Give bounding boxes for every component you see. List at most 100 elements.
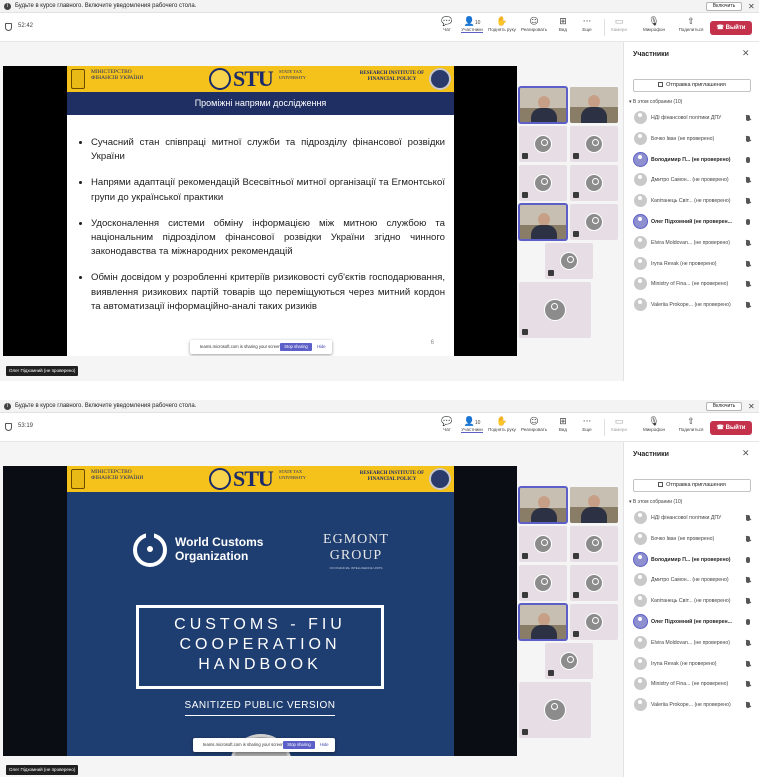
participants-count: 10: [474, 20, 481, 26]
participant-tile[interactable]: [570, 526, 618, 562]
participant-tile[interactable]: [570, 604, 618, 640]
close-icon[interactable]: ✕: [748, 400, 755, 413]
participant-row[interactable]: Ministry of Fina... (не проверено): [632, 277, 757, 298]
participants-button[interactable]: 👤10 Участники: [458, 417, 486, 433]
mic-button[interactable]: 🎙 Микрофон: [640, 17, 668, 32]
participant-tile[interactable]: [570, 126, 618, 162]
participant-tile[interactable]: [570, 165, 618, 201]
participant-video-tile[interactable]: [519, 487, 567, 523]
egmont-subtitle: OF FINANCIAL INTELLIGENCE UNITS: [329, 566, 383, 570]
mic-muted-icon: [573, 231, 579, 237]
participant-row[interactable]: Valeriia Prokope... (не проверено): [632, 698, 757, 719]
send-invite-button[interactable]: Отправка приглашения: [633, 79, 751, 92]
more-icon: ···: [582, 417, 592, 427]
in-meeting-section[interactable]: ▾ В этом собрании (10): [629, 499, 682, 505]
raise-hand-label: Поднять руку: [488, 427, 516, 432]
participant-video-tile[interactable]: [519, 204, 567, 240]
participant-row[interactable]: Elvira Moldovan... (не проверено): [632, 235, 757, 257]
react-button[interactable]: ☺ Реагировать: [520, 417, 548, 432]
participant-tile[interactable]: [519, 126, 567, 162]
notification-message: Будьте в курсе главного. Включите уведом…: [15, 403, 197, 409]
chat-button[interactable]: 💬 Чат: [433, 17, 461, 32]
raise-hand-label: Поднять руку: [488, 27, 516, 32]
hand-icon: ✋: [496, 417, 508, 427]
screen-share-toast: teams.microsoft.com is sharing your scre…: [193, 738, 335, 752]
leave-button[interactable]: ☎ Выйти: [710, 421, 752, 435]
participant-row[interactable]: Капітанець Світ... (не проверено): [632, 594, 757, 615]
participant-tile[interactable]: [545, 243, 593, 279]
participant-row[interactable]: Iryna Revak (не проверено): [632, 656, 757, 678]
send-invite-button[interactable]: Отправка приглашения: [633, 479, 751, 492]
participant-row[interactable]: Володимир П... (не проверено): [632, 152, 757, 174]
avatar-icon: [634, 552, 647, 566]
participant-row[interactable]: Бочко Іван (не проверено): [632, 531, 757, 553]
participant-name: Elvira Moldovan... (не проверено): [651, 639, 730, 646]
participant-tile[interactable]: [519, 526, 567, 562]
hide-toast-button[interactable]: Hide: [320, 738, 329, 752]
bullet-dot-icon: [79, 276, 82, 280]
participant-tile[interactable]: [519, 565, 567, 601]
camera-icon: ▭: [614, 17, 624, 27]
stop-sharing-button[interactable]: Stop sharing: [280, 343, 312, 351]
close-icon[interactable]: ✕: [742, 449, 750, 459]
more-button[interactable]: ··· Еще: [573, 17, 601, 32]
participant-row[interactable]: НДІ фінансової політики ДПУ: [632, 511, 757, 532]
research-institute-name: RESEARCH INSTITUTE OF FINANCIAL POLICY: [359, 471, 425, 482]
camera-button[interactable]: ▭ Камера: [605, 17, 633, 32]
mic-button[interactable]: 🎙 Микрофон: [640, 417, 668, 432]
meeting-stage: МІНІСТЕРСТВО ФІНАНСІВ УКРАЇНИ STU STATE …: [0, 42, 623, 381]
participant-row[interactable]: Дмитро Самон... (не проверено): [632, 573, 757, 594]
in-meeting-section[interactable]: ▾ В этом собрании (10): [629, 99, 682, 105]
enable-notifications-button[interactable]: Включить: [706, 2, 742, 11]
participant-row[interactable]: Бочко Іван (не проверено): [632, 131, 757, 153]
participant-row[interactable]: Valeriia Prokope... (не проверено): [632, 298, 757, 319]
participant-row[interactable]: Олег Підхомний (не проверен...: [632, 214, 757, 236]
participant-row[interactable]: Дмитро Самон... (не проверено): [632, 173, 757, 194]
participant-row[interactable]: Капітанець Світ... (не проверено): [632, 194, 757, 215]
share-button[interactable]: ⇧ Поделиться: [677, 17, 705, 32]
participant-tile[interactable]: [570, 204, 618, 240]
chat-button[interactable]: 💬 Чат: [433, 417, 461, 432]
avatar-icon: [534, 174, 552, 192]
avatar-icon: [634, 594, 647, 608]
close-icon[interactable]: ✕: [748, 0, 755, 13]
participant-row[interactable]: Олег Підхомний (не проверен...: [632, 614, 757, 636]
participant-video-tile[interactable]: [570, 87, 618, 123]
participant-video-tile[interactable]: [570, 487, 618, 523]
leave-button[interactable]: ☎ Выйти: [710, 21, 752, 35]
participants-panel: Участники ✕ Отправка приглашения ▾ В это…: [623, 442, 759, 777]
participant-tile[interactable]: [519, 682, 591, 738]
meeting-timer: 52:42: [18, 23, 34, 29]
close-icon[interactable]: ✕: [742, 49, 750, 59]
meeting-stage: МІНІСТЕРСТВО ФІНАНСІВ УКРАЇНИ STU STATE …: [0, 442, 623, 777]
participant-video-tile[interactable]: [519, 604, 567, 640]
participant-tile[interactable]: [519, 165, 567, 201]
bullet-item: Сучасний стан співпраці митної служби та…: [75, 136, 445, 164]
notification-banner: i Будьте в курсе главного. Включите увед…: [0, 400, 759, 413]
participant-row[interactable]: Володимир П... (не проверено): [632, 552, 757, 574]
participant-video-tile[interactable]: [519, 87, 567, 123]
leave-label: Выйти: [725, 25, 746, 31]
participant-tile[interactable]: [519, 282, 591, 338]
raise-hand-button[interactable]: ✋ Поднять руку: [488, 417, 516, 432]
mic-muted-icon: [573, 592, 579, 598]
participant-row[interactable]: Iryna Revak (не проверено): [632, 256, 757, 278]
stop-sharing-button[interactable]: Stop sharing: [283, 741, 315, 749]
raise-hand-button[interactable]: ✋ Поднять руку: [488, 17, 516, 32]
participant-row[interactable]: НДІ фінансової політики ДПУ: [632, 111, 757, 132]
camera-button[interactable]: ▭ Камера: [605, 417, 633, 432]
share-toast-message: teams.microsoft.com is sharing your scre…: [203, 742, 285, 747]
participant-name: Iryna Revak (не проверено): [651, 660, 717, 667]
participant-tile[interactable]: [545, 643, 593, 679]
enable-notifications-button[interactable]: Включить: [706, 402, 742, 411]
participants-button[interactable]: 👤10 Участники: [458, 17, 486, 33]
more-button[interactable]: ··· Еще: [573, 417, 601, 432]
hide-toast-button[interactable]: Hide: [317, 340, 326, 354]
participant-tile[interactable]: [570, 565, 618, 601]
share-button[interactable]: ⇧ Поделиться: [677, 417, 705, 432]
react-button[interactable]: ☺ Реагировать: [520, 17, 548, 32]
avatar-icon: [585, 213, 603, 231]
participant-row[interactable]: Ministry of Fina... (не проверено): [632, 677, 757, 698]
presenter-label: Олег Підхомний (не проверено): [6, 366, 79, 376]
participant-row[interactable]: Elvira Moldovan... (не проверено): [632, 635, 757, 657]
